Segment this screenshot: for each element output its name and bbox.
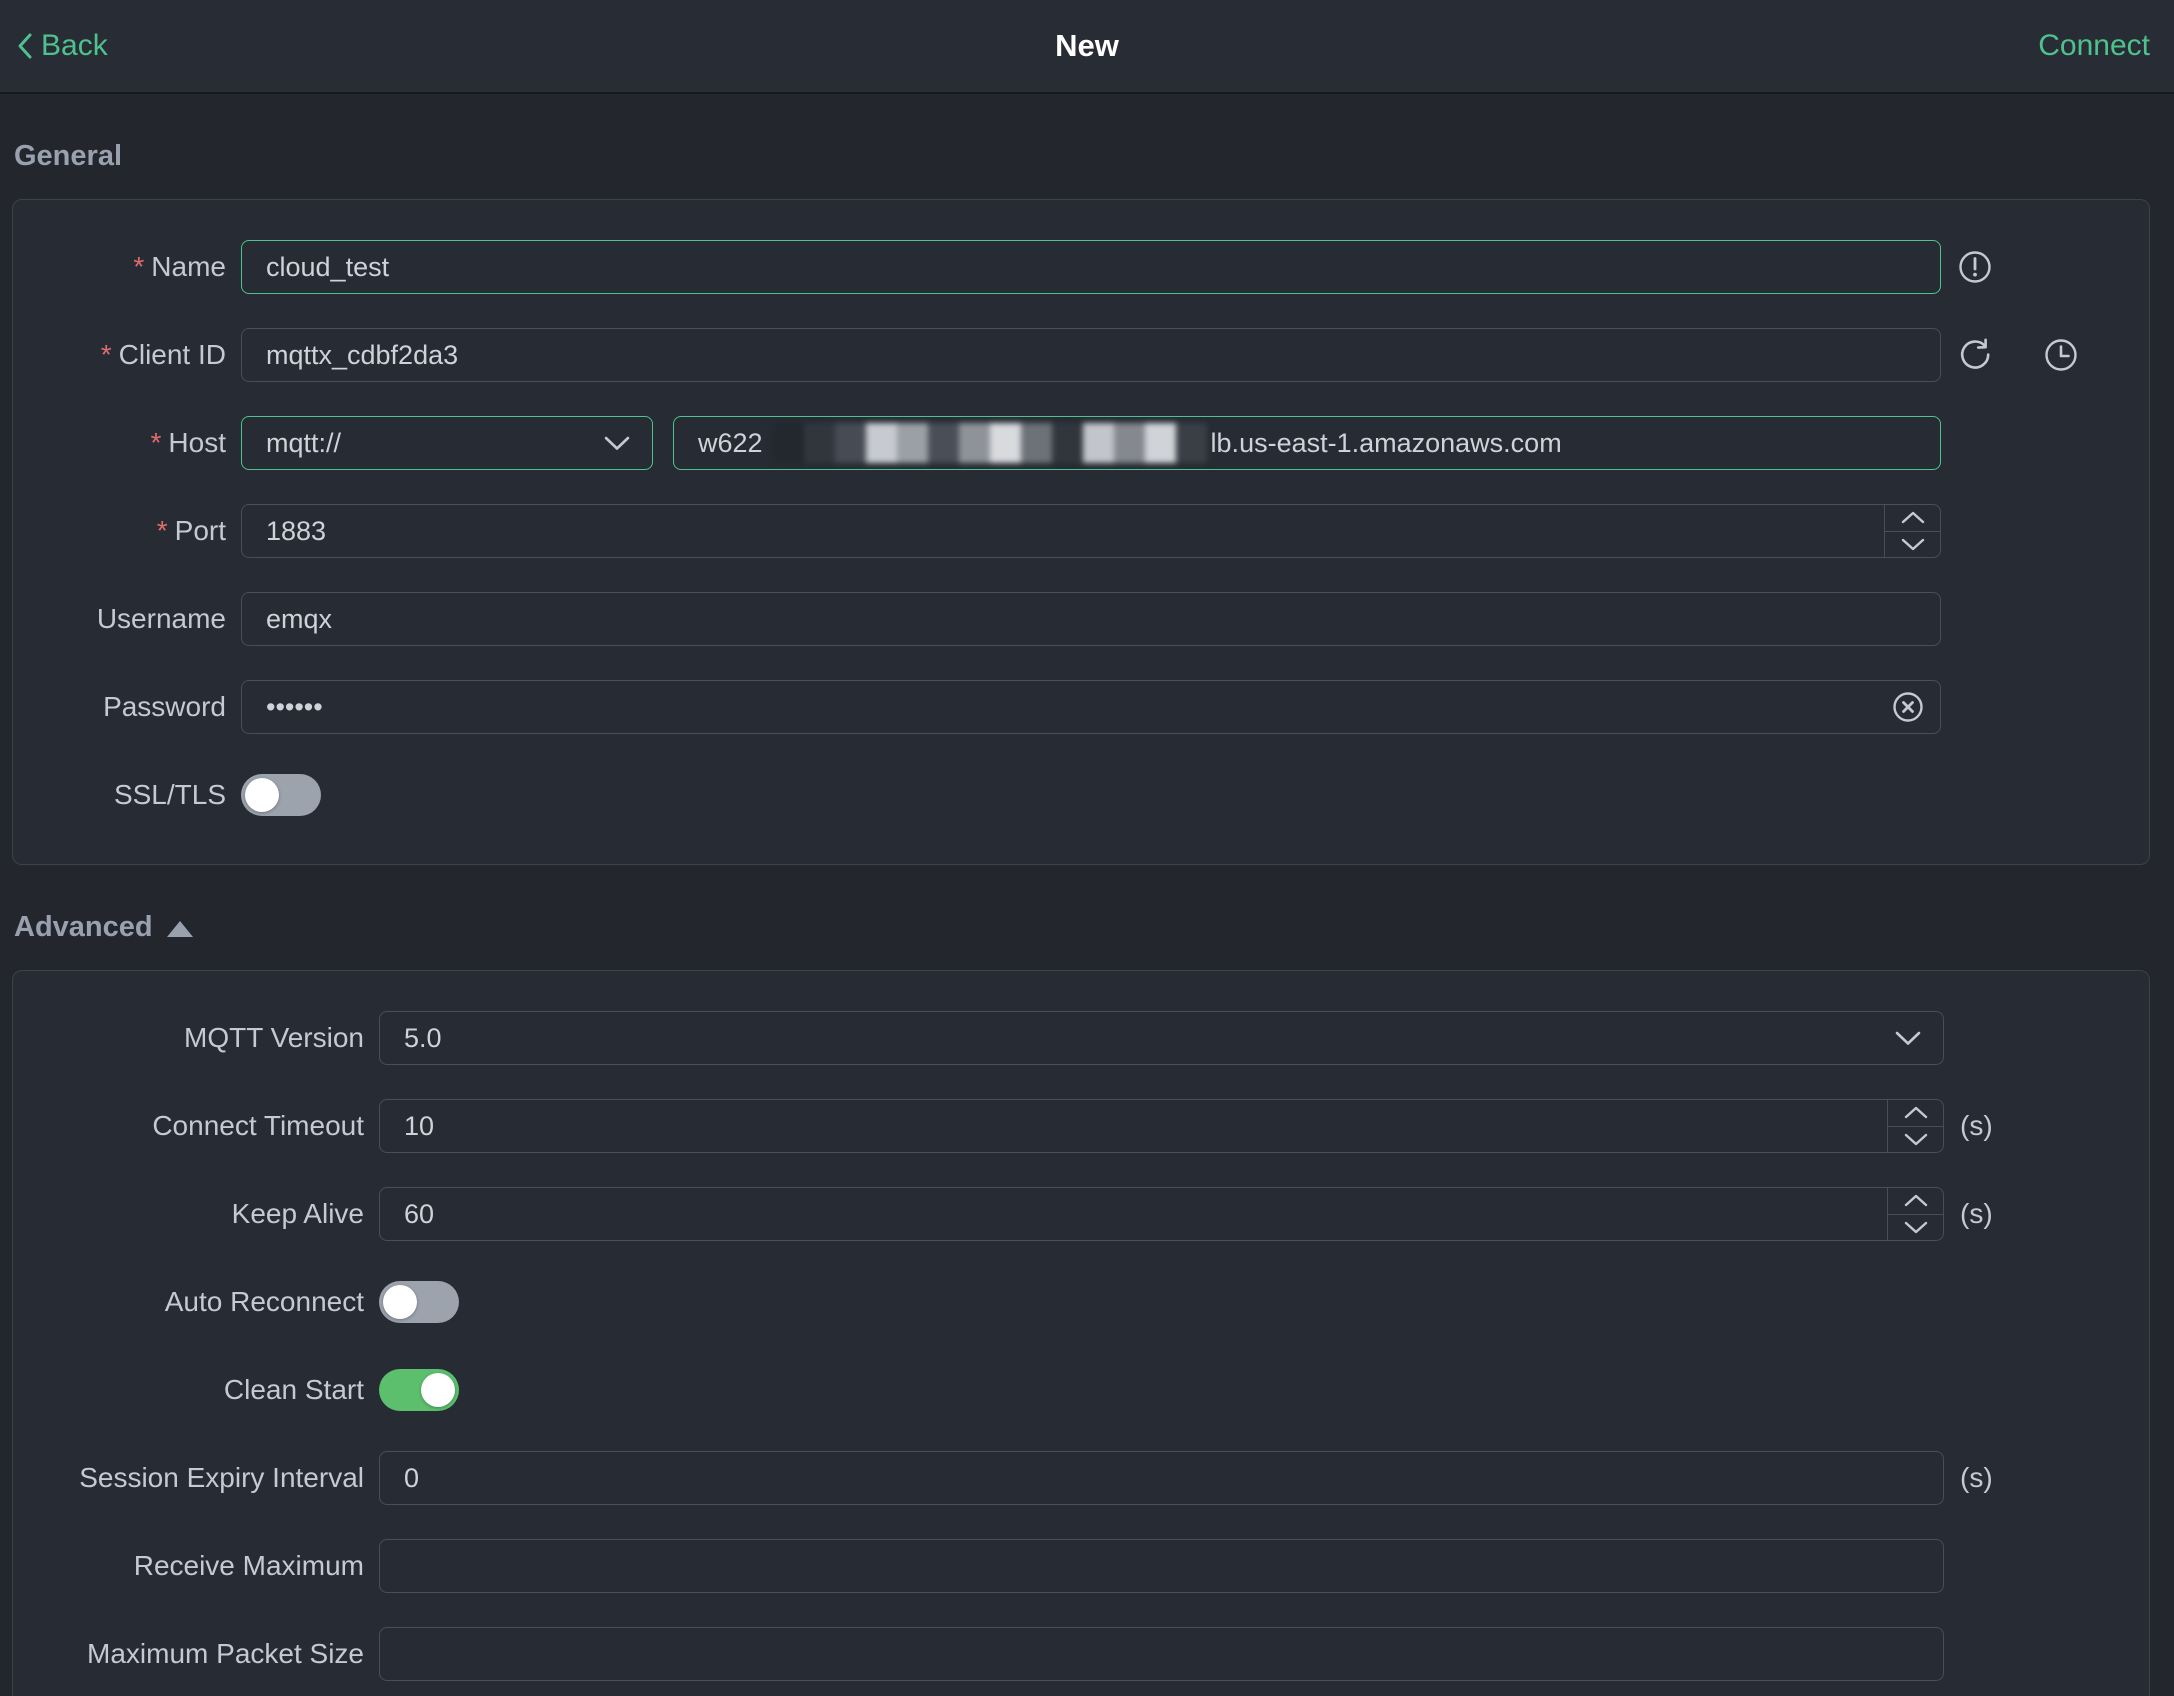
session-expiry-unit: (s): [1960, 1462, 1993, 1493]
connect-timeout-label: Connect Timeout: [152, 1110, 364, 1141]
keep-alive-unit: (s): [1960, 1198, 1993, 1229]
connect-timeout-input[interactable]: [379, 1099, 1944, 1153]
receive-maximum-label: Receive Maximum: [133, 1550, 364, 1581]
host-protocol-value: mqtt://: [266, 427, 342, 458]
auto-reconnect-label: Auto Reconnect: [164, 1286, 364, 1317]
stepper-down-button[interactable]: [1888, 1127, 1943, 1153]
max-packet-size-row: Maximum Packet Size: [13, 1627, 2149, 1681]
name-label: * Name: [133, 251, 226, 282]
keep-alive-stepper: [1887, 1188, 1943, 1240]
connect-timeout-unit: (s): [1960, 1110, 1993, 1141]
refresh-icon[interactable]: [1957, 337, 1993, 373]
auto-reconnect-row: Auto Reconnect: [13, 1275, 2149, 1329]
general-section-label: General: [14, 140, 122, 172]
host-value-suffix: lb.us-east-1.amazonaws.com: [1210, 427, 1562, 458]
general-section-title: General: [14, 140, 2150, 173]
host-value-prefix: w622: [698, 427, 763, 458]
stepper-up-button[interactable]: [1885, 505, 1940, 532]
mqtt-version-row: MQTT Version 5.0: [13, 1011, 2149, 1065]
receive-maximum-row: Receive Maximum: [13, 1539, 2149, 1593]
toggle-knob: [383, 1285, 417, 1319]
clear-password-icon[interactable]: [1891, 690, 1925, 724]
ssl-label: SSL/TLS: [113, 779, 226, 810]
session-expiry-label: Session Expiry Interval: [79, 1462, 364, 1493]
connect-button[interactable]: Connect: [2038, 29, 2150, 63]
clean-start-row: Clean Start: [13, 1363, 2149, 1417]
clean-start-toggle[interactable]: [379, 1369, 459, 1411]
host-protocol-select[interactable]: mqtt://: [241, 416, 653, 470]
required-mark: *: [150, 427, 162, 458]
port-label: * Port: [156, 515, 226, 546]
warning-icon[interactable]: [1957, 249, 1993, 285]
stepper-down-button[interactable]: [1888, 1215, 1943, 1241]
back-label: Back: [41, 29, 108, 62]
stepper-up-button[interactable]: [1888, 1100, 1943, 1127]
toggle-knob: [245, 778, 279, 812]
username-row: Username: [13, 592, 2149, 646]
required-mark: *: [100, 339, 112, 370]
mqtt-version-label: MQTT Version: [184, 1022, 364, 1053]
client-id-input[interactable]: [241, 328, 1941, 382]
username-label: Username: [96, 603, 226, 634]
chevron-down-icon: [1895, 1031, 1921, 1046]
host-row: * Host mqtt:// w622 lb.us-east-1.amazonaw…: [13, 416, 2149, 470]
stepper-up-button[interactable]: [1888, 1188, 1943, 1215]
port-stepper: [1884, 505, 1940, 557]
max-packet-size-input[interactable]: [379, 1627, 1944, 1681]
port-input[interactable]: [241, 504, 1941, 558]
history-clock-icon[interactable]: [2043, 337, 2079, 373]
session-expiry-row: Session Expiry Interval (s): [13, 1451, 2149, 1505]
name-input[interactable]: [241, 240, 1941, 294]
page-title: New: [1055, 28, 1119, 63]
password-label: Password: [103, 691, 226, 722]
name-row: * Name: [13, 240, 2149, 294]
max-packet-size-label: Maximum Packet Size: [87, 1638, 364, 1669]
keep-alive-row: Keep Alive (s): [13, 1187, 2149, 1241]
chevron-down-icon: [604, 436, 630, 451]
host-input[interactable]: w622 lb.us-east-1.amazonaws.com: [673, 416, 1941, 470]
password-input[interactable]: [241, 680, 1941, 734]
advanced-section-title[interactable]: Advanced: [14, 911, 2150, 944]
mqtt-version-select[interactable]: 5.0: [379, 1011, 1944, 1065]
clean-start-label: Clean Start: [223, 1374, 364, 1405]
ssl-row: SSL/TLS: [13, 768, 2149, 822]
password-row: Password: [13, 680, 2149, 734]
required-mark: *: [133, 251, 145, 282]
ssl-toggle[interactable]: [241, 774, 321, 816]
back-chevron-icon: [16, 32, 33, 60]
keep-alive-label: Keep Alive: [231, 1198, 364, 1229]
advanced-card: MQTT Version 5.0 Connect Timeout 10 (s) …: [12, 970, 2150, 1696]
receive-maximum-input[interactable]: [379, 1539, 1944, 1593]
auto-reconnect-toggle[interactable]: [379, 1281, 459, 1323]
redacted-host-segment: [772, 423, 1207, 463]
client-id-row: * Client ID: [13, 328, 2149, 382]
client-id-label: * Client ID: [100, 339, 226, 370]
session-expiry-input[interactable]: [379, 1451, 1944, 1505]
collapse-triangle-icon: [166, 920, 193, 937]
general-card: *Name *Client ID: [12, 199, 2150, 865]
required-mark: *: [156, 515, 168, 546]
advanced-section-label: Advanced: [14, 911, 153, 943]
back-button[interactable]: Back: [16, 29, 108, 63]
topbar: Back New Connect: [0, 0, 2174, 94]
connect-timeout-stepper: [1887, 1100, 1943, 1152]
toggle-knob: [421, 1373, 455, 1407]
username-input[interactable]: [241, 592, 1941, 646]
connect-timeout-row: Connect Timeout (s): [13, 1099, 2149, 1153]
keep-alive-input[interactable]: [379, 1187, 1944, 1241]
mqtt-version-value: 5.0: [404, 1022, 442, 1053]
host-label: * Host: [150, 427, 226, 458]
stepper-down-button[interactable]: [1885, 532, 1940, 558]
port-row: * Port: [13, 504, 2149, 558]
